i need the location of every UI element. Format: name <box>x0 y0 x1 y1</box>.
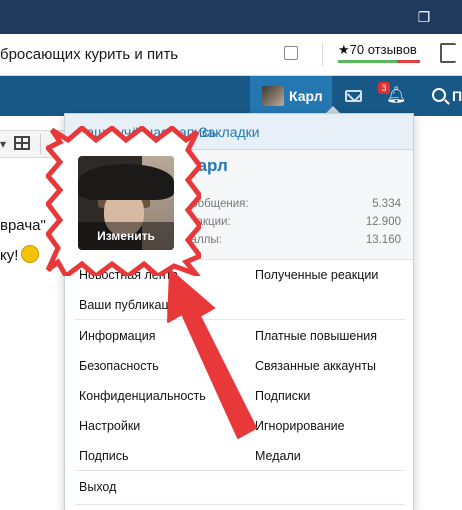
chevron-down-icon[interactable]: ▾ <box>0 137 6 151</box>
user-avatar-small <box>262 86 284 106</box>
account-username[interactable]: Карл <box>289 88 323 104</box>
menu-item-medals[interactable]: Медали <box>255 449 301 463</box>
page-title-bar: бросающих курить и пить ★70 отзывов <box>0 34 462 76</box>
avatar-hat <box>78 164 174 200</box>
post-text: врача" <box>0 217 46 234</box>
rating-bar <box>338 60 420 63</box>
post-text-line: врача" <box>0 217 46 234</box>
post-text-line: ку! <box>0 245 40 264</box>
menu-item-connected-accounts[interactable]: Связанные аккаунты <box>255 359 376 373</box>
menu-item-subscriptions[interactable]: Подписки <box>255 389 310 403</box>
browser-top-bar: ❐ <box>0 0 462 34</box>
menu-divider <box>75 470 405 471</box>
search-label[interactable]: П <box>452 88 462 104</box>
menu-item-your-posts[interactable]: Ваши публикации <box>79 298 183 312</box>
stat-value: 13.160 <box>365 234 401 246</box>
tab-bookmarks[interactable]: Закладки <box>199 124 260 140</box>
search-icon[interactable] <box>432 88 446 102</box>
alerts-badge: 3 <box>378 82 390 94</box>
menu-item-logout[interactable]: Выход <box>79 480 116 494</box>
pin-icon[interactable] <box>284 46 298 60</box>
menu-item-privacy[interactable]: Конфиденциальность <box>79 389 206 403</box>
avatar-change-button[interactable]: Изменить <box>78 222 174 250</box>
menu-divider <box>75 319 405 320</box>
page-title-fragment: бросающих курить и пить <box>0 46 179 63</box>
profile-avatar[interactable]: Изменить <box>78 156 174 250</box>
post-text: ку! <box>0 247 19 264</box>
mail-icon[interactable] <box>345 90 362 102</box>
smiley-icon <box>21 245 40 263</box>
menu-item-ignoring[interactable]: Игнорирование <box>255 419 345 433</box>
menu-item-paid-upgrades[interactable]: Платные повышения <box>255 329 377 343</box>
window-restore-icon[interactable]: ❐ <box>416 9 432 25</box>
divider <box>322 42 323 66</box>
table-icon[interactable] <box>14 136 30 150</box>
stat-value: 5.334 <box>372 198 401 210</box>
panel-icon[interactable] <box>440 43 456 63</box>
menu-item-security[interactable]: Безопасность <box>79 359 159 373</box>
menu-item-information[interactable]: Информация <box>79 329 156 343</box>
menu-item-preferences[interactable]: Настройки <box>79 419 140 433</box>
menu-item-signature[interactable]: Подпись <box>79 449 128 463</box>
reviews-link[interactable]: ★70 отзывов <box>338 42 417 58</box>
menu-item-reactions-received[interactable]: Полученные реакции <box>255 268 378 282</box>
menu-divider <box>75 504 405 505</box>
toolbar-divider <box>40 134 41 154</box>
stat-value: 12.900 <box>365 216 401 228</box>
